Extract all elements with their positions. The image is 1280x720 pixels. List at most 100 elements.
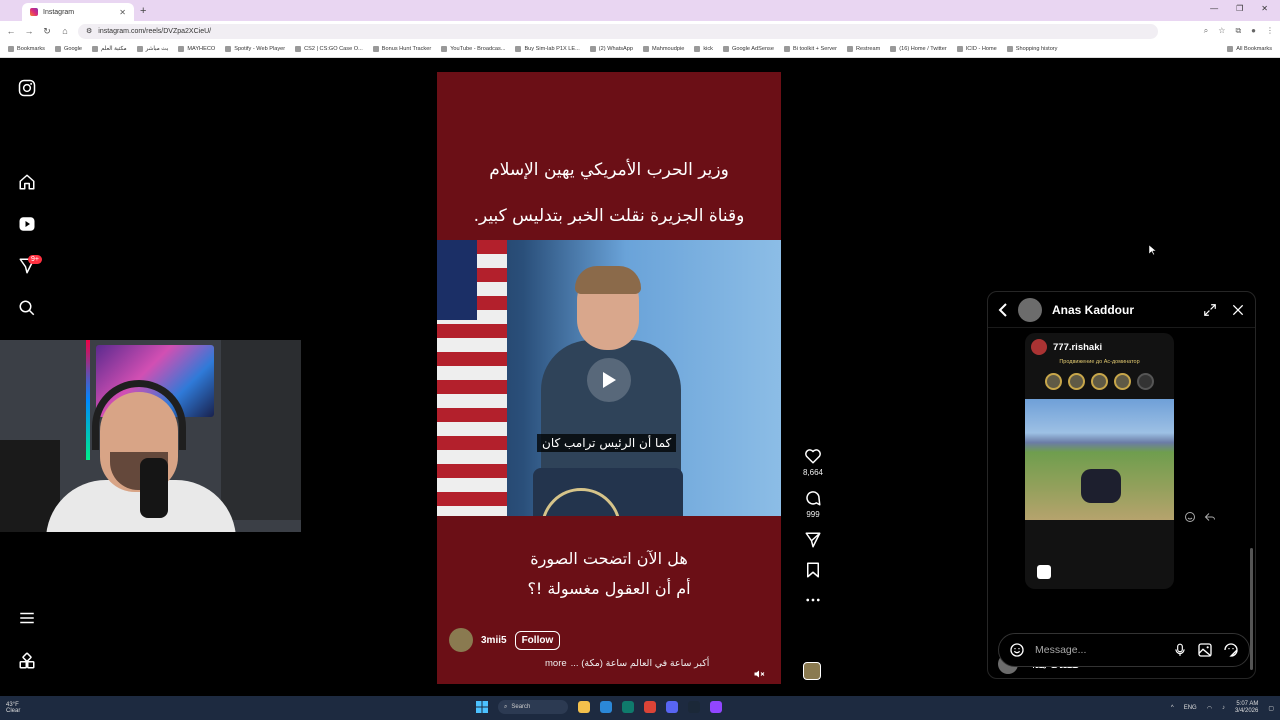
share-icon[interactable]: [804, 531, 822, 549]
bookmark[interactable]: Restream: [846, 46, 880, 52]
reply-icon[interactable]: [1204, 511, 1216, 523]
shared-post-username: 777.rishaki: [1053, 341, 1103, 353]
browser-tab[interactable]: Instagram ✕: [22, 3, 134, 21]
menu-icon[interactable]: ⋮: [1266, 26, 1274, 36]
instagram-logo-icon[interactable]: [17, 78, 37, 98]
also-from-meta-icon[interactable]: [17, 651, 37, 671]
window-close-icon[interactable]: ✕: [1261, 4, 1268, 13]
reels-nav-icon[interactable]: [17, 214, 37, 234]
comment-action[interactable]: 999: [804, 489, 822, 519]
more-icon[interactable]: [804, 591, 822, 609]
discord-icon[interactable]: [666, 701, 678, 713]
windows-start-icon[interactable]: [476, 701, 488, 713]
edge-icon[interactable]: [600, 701, 612, 713]
clock-time: 5:07 AM: [1236, 701, 1259, 707]
bookmark[interactable]: MAYHECO: [178, 46, 215, 52]
heart-icon[interactable]: [804, 447, 822, 465]
like-action[interactable]: 8,664: [803, 447, 823, 477]
taskbar-clock[interactable]: 5:07 AM 3/4/2026: [1235, 701, 1258, 715]
steam-icon[interactable]: [688, 701, 700, 713]
react-icon[interactable]: [1184, 511, 1196, 523]
play-icon[interactable]: [587, 358, 631, 402]
minimize-icon[interactable]: —: [1210, 4, 1218, 13]
address-bar[interactable]: ⚙ instagram.com/reels/DVZpa2XCieU/: [78, 23, 1158, 39]
bookmark[interactable]: مكتبة العلم: [92, 46, 127, 52]
bookmark[interactable]: Mahmoudpie: [643, 46, 684, 52]
notifications-icon[interactable]: ▢: [1268, 705, 1274, 712]
bookmark[interactable]: Google: [54, 46, 82, 52]
home-icon[interactable]: ⌂: [60, 26, 70, 36]
bookmark[interactable]: (2) WhatsApp: [589, 46, 633, 52]
profile-icon[interactable]: ●: [1251, 26, 1256, 36]
star-icon[interactable]: ☆: [1218, 26, 1225, 36]
clock-date: 3/4/2026: [1234, 708, 1259, 714]
bookmark[interactable]: Google AdSense: [722, 46, 774, 52]
chrome-icon[interactable]: [644, 701, 656, 713]
forward-icon[interactable]: →: [24, 26, 34, 36]
contact-name[interactable]: Anas Kaddour: [1052, 303, 1134, 317]
reel-caption[interactable]: more أكبر ساعة في العالم ساعة (مكة) ...: [545, 658, 750, 669]
bookmark[interactable]: CS2 | CS:GO Case O...: [295, 46, 363, 52]
bookmark[interactable]: Bi toolkit + Server: [783, 46, 837, 52]
close-icon[interactable]: [1231, 303, 1245, 317]
taskbar-apps: ⌕ Search: [476, 700, 722, 714]
bookmark[interactable]: Bonus Hunt Tracker: [372, 46, 431, 52]
tray-chevron-icon[interactable]: ^: [1171, 705, 1174, 711]
tab-close-icon[interactable]: ✕: [119, 8, 126, 17]
audio-thumbnail[interactable]: [803, 662, 821, 680]
volume-icon[interactable]: ♪: [1222, 705, 1225, 711]
reel-video[interactable]: وزير الحرب الأمريكي يهين الإسلام وقناة ا…: [437, 72, 781, 684]
sticker-icon[interactable]: [1223, 642, 1239, 658]
maximize-icon[interactable]: ❐: [1236, 4, 1243, 13]
dm-scrollbar[interactable]: [1250, 548, 1253, 670]
back-icon[interactable]: ←: [6, 26, 16, 36]
file-explorer-icon[interactable]: [578, 701, 590, 713]
site-info-icon[interactable]: ⚙: [86, 27, 92, 35]
bookmark[interactable]: Shopping history: [1006, 46, 1057, 52]
mouse-cursor-icon: [1149, 245, 1157, 255]
bookmark[interactable]: بث مباشر: [136, 46, 168, 52]
author-avatar[interactable]: [449, 628, 473, 652]
bookmark[interactable]: kick: [694, 46, 713, 52]
store-icon[interactable]: [622, 701, 634, 713]
bookmark[interactable]: Spotify - Web Player: [225, 46, 285, 52]
language-indicator[interactable]: ENG: [1184, 705, 1197, 711]
bookmark[interactable]: YouTube - Broadcas...: [441, 46, 505, 52]
image-icon[interactable]: [1197, 642, 1213, 658]
weather-widget[interactable]: 43°F Clear: [6, 702, 20, 714]
zoom-icon[interactable]: ⌕: [1204, 26, 1208, 36]
extensions-icon[interactable]: ⧉: [1235, 26, 1241, 36]
reload-icon[interactable]: ↻: [42, 26, 52, 37]
webcam-overlay: [0, 340, 301, 532]
message-input-bar[interactable]: Message...: [998, 633, 1250, 667]
more-menu-icon[interactable]: [17, 608, 37, 628]
bookmark[interactable]: (16) Home / Twitter: [890, 46, 947, 52]
bookmark[interactable]: Bookmarks: [8, 46, 45, 52]
comment-icon[interactable]: [804, 489, 822, 507]
obs-icon[interactable]: [710, 701, 722, 713]
more-options-action[interactable]: [804, 591, 822, 609]
bookmark[interactable]: Buy Sim-lab P1X LE...: [515, 46, 580, 52]
wifi-icon[interactable]: ◠: [1207, 705, 1212, 712]
author-username[interactable]: 3mii5: [481, 635, 507, 646]
expand-icon[interactable]: [1203, 303, 1217, 317]
emoji-icon[interactable]: [1009, 642, 1025, 658]
bookmark[interactable]: ICID - Home: [956, 46, 997, 52]
all-bookmarks[interactable]: All Bookmarks: [1227, 46, 1272, 52]
back-chevron-icon[interactable]: [998, 302, 1008, 317]
contact-avatar[interactable]: [1018, 297, 1042, 322]
share-action[interactable]: [804, 531, 822, 549]
mute-icon[interactable]: [753, 668, 765, 680]
microphone-icon[interactable]: [1173, 642, 1187, 658]
system-tray: ^ ENG ◠ ♪ 5:07 AM 3/4/2026 ▢: [1171, 701, 1274, 715]
more-link[interactable]: more: [545, 658, 567, 669]
home-nav-icon[interactable]: [17, 172, 37, 192]
bookmark-icon[interactable]: [804, 561, 822, 579]
taskbar-search[interactable]: ⌕ Search: [498, 700, 568, 714]
message-input[interactable]: Message...: [1035, 644, 1163, 656]
follow-button[interactable]: Follow: [514, 630, 561, 650]
save-action[interactable]: [804, 561, 822, 579]
shared-reel-message[interactable]: 777.rishaki Продвижение до Ас-доминатор: [1025, 333, 1174, 589]
new-tab-icon[interactable]: +: [140, 5, 146, 17]
search-nav-icon[interactable]: [17, 298, 37, 318]
